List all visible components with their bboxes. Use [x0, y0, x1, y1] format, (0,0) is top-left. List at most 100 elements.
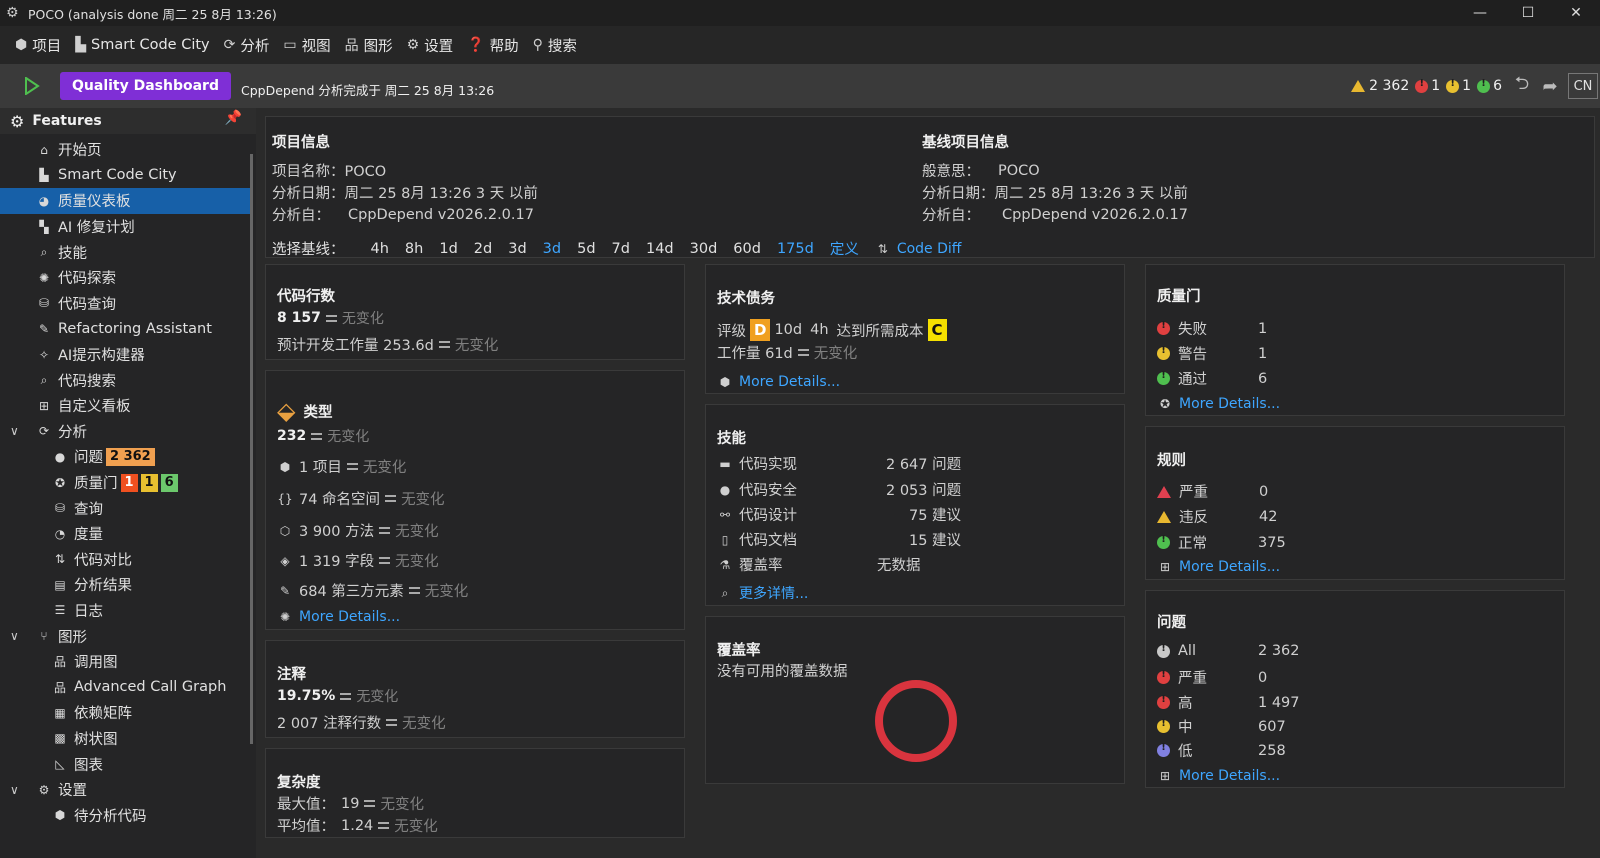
sidebar-item-issues[interactable]: ● 问题 2 362: [0, 444, 256, 470]
adv-callgraph-icon: 品: [53, 680, 66, 695]
forward-arrow-icon[interactable]: ➦: [1536, 76, 1564, 97]
project-info-title: 项目信息: [272, 135, 330, 151]
sidebar-item-code-query[interactable]: ⛁ 代码查询: [0, 291, 256, 317]
method-icon: ⬡: [279, 523, 291, 538]
types-more-link[interactable]: More Details...: [299, 609, 400, 625]
baseline-7d[interactable]: 7d: [612, 241, 630, 257]
sidebar-item-ai-plan[interactable]: ▚ AI 修复计划: [0, 214, 256, 240]
issue-row-high: 高1 497: [1157, 692, 1300, 713]
baseline-selector: 选择基线： 4h 8h 1d 2d 3d 3d 5d 7d 14d 30d 60…: [272, 238, 961, 259]
target-grade-badge: C: [927, 319, 947, 341]
skill-row-doc: ▯ 代码文档 15 建议: [717, 529, 961, 550]
sidebar-item-results[interactable]: ▤ 分析结果: [0, 572, 256, 598]
baseline-30d[interactable]: 30d: [690, 241, 718, 257]
sidebar-item-charts[interactable]: ◺ 图表: [0, 751, 256, 777]
baseline-60d[interactable]: 60d: [733, 241, 761, 257]
pin-icon[interactable]: 📌: [225, 110, 242, 126]
sidebar-group-graph[interactable]: ∨ ⑂ 图形: [0, 623, 256, 649]
debt-icon: ⬢: [719, 375, 731, 389]
refactor-icon: ✎: [38, 321, 50, 336]
baseline-3d-current[interactable]: 3d: [543, 241, 561, 257]
issues-status[interactable]: 2 362: [1351, 78, 1409, 94]
quality-dashboard-button[interactable]: Quality Dashboard: [60, 72, 231, 100]
coverage-panel: 覆盖率 没有可用的覆盖数据: [705, 616, 1125, 784]
sidebar-item-metrics[interactable]: ◔ 度量: [0, 521, 256, 547]
sidebar-item-code-to-analyze[interactable]: ⬢ 待分析代码: [0, 802, 256, 828]
medium-icon: [1157, 718, 1170, 733]
sidebar-item-ai-prompt[interactable]: ✧ AI提示构建器: [0, 342, 256, 368]
baseline-14d[interactable]: 14d: [646, 241, 674, 257]
sidebar-item-code-search[interactable]: ⌕ 代码搜索: [0, 367, 256, 393]
gate-pass-badge: 6: [160, 473, 178, 492]
tech-debt-title: 技术债务: [717, 291, 775, 307]
menu-smart-code-city[interactable]: ▙ Smart Code City: [68, 26, 216, 64]
baseline-2d[interactable]: 2d: [474, 241, 492, 257]
issue-row-critical: 严重0: [1157, 667, 1267, 688]
baseline-175d[interactable]: 175d: [777, 241, 814, 257]
sidebar-item-call-graph[interactable]: 品调用图: [0, 649, 256, 675]
language-button[interactable]: CN: [1568, 73, 1598, 99]
baseline-5d[interactable]: 5d: [577, 241, 595, 257]
sidebar-item-quality-gate[interactable]: ✪ 质量门 1 1 6: [0, 470, 256, 496]
equal-icon: [797, 349, 809, 356]
skills-more-link[interactable]: 更多详情...: [739, 583, 808, 603]
sidebar-item-code-explore[interactable]: ✺ 代码探索: [0, 265, 256, 291]
run-analysis-icon[interactable]: [24, 77, 40, 95]
gate-pass-status[interactable]: 6: [1477, 78, 1502, 94]
sidebar-item-code-diff[interactable]: ⇅ 代码对比: [0, 547, 256, 573]
maximize-button[interactable]: ☐: [1504, 0, 1552, 26]
tech-debt-rating-row: 评级 D 10d 4h 达到所需成本 C: [717, 319, 951, 341]
gate-fail-status[interactable]: 1: [1415, 78, 1440, 94]
field-icon: ◈: [280, 553, 290, 568]
rules-more-link[interactable]: More Details...: [1179, 559, 1280, 575]
menu-project[interactable]: ⬢ 项目: [8, 26, 68, 64]
sidebar-item-log[interactable]: ☰ 日志: [0, 598, 256, 624]
menu-help[interactable]: ❓ 帮助: [460, 26, 525, 64]
loc-effort-row: 预计开发工作量 253.6d 无变化: [277, 338, 499, 354]
menu-view[interactable]: ▭ 视图: [276, 26, 337, 64]
baseline-3d[interactable]: 3d: [508, 241, 526, 257]
sidebar-item-refactoring[interactable]: ✎ Refactoring Assistant: [0, 316, 256, 342]
sidebar-item-treemap[interactable]: ▩ 树状图: [0, 726, 256, 752]
sidebar-item-quality-dashboard[interactable]: ◕ 质量仪表板: [0, 188, 252, 214]
menu-settings[interactable]: ⚙ 设置: [400, 26, 461, 64]
gate-row-pass: 通过6: [1157, 368, 1267, 389]
tech-debt-more-link[interactable]: More Details...: [739, 374, 840, 390]
code-icon: ⬢: [54, 808, 66, 823]
minimize-button[interactable]: —: [1456, 0, 1504, 26]
chevron-down-icon: ∨: [10, 782, 19, 797]
skill-row-security: ● 代码安全 2 053 问题: [717, 479, 961, 500]
baseline-date: 分析日期：周二 25 8月 13:26 3 天 以前: [922, 186, 1188, 202]
equal-icon: [438, 341, 450, 348]
gate-warn-status[interactable]: 1: [1446, 78, 1471, 94]
sidebar-group-analysis[interactable]: ∨ ⟳ 分析: [0, 419, 256, 445]
baseline-1d[interactable]: 1d: [439, 241, 457, 257]
menu-search[interactable]: ⚲ 搜索: [526, 26, 584, 64]
analyze-icon: ⟳: [223, 37, 236, 53]
sidebar-item-dependency-matrix[interactable]: ▦ 依赖矩阵: [0, 700, 256, 726]
sidebar-group-settings[interactable]: ∨ ⚙ 设置: [0, 777, 256, 803]
dashboard-icon: ◕: [38, 193, 50, 208]
menu-graph[interactable]: 品图形: [338, 26, 400, 64]
code-diff-link[interactable]: Code Diff: [897, 241, 962, 257]
sidebar-item-start-page[interactable]: ⌂ 开始页: [0, 137, 256, 163]
menu-analyze[interactable]: ⟳ 分析: [217, 26, 277, 64]
back-arrow-icon[interactable]: ⮌: [1508, 71, 1536, 101]
sidebar-item-advanced-call-graph[interactable]: 品 Advanced Call Graph: [0, 674, 256, 700]
skill-row-impl: ▬ 代码实现 2 647 问题: [717, 453, 961, 474]
sidebar-scrollbar[interactable]: [250, 154, 253, 744]
analyze-icon: ⟳: [38, 424, 50, 439]
fail-icon: [1415, 78, 1429, 93]
baseline-define[interactable]: 定义: [830, 238, 859, 259]
skill-icon: ⌕: [40, 244, 48, 259]
close-button[interactable]: ✕: [1552, 0, 1600, 26]
sidebar-item-skills[interactable]: ⌕ 技能: [0, 239, 256, 265]
sidebar-item-query[interactable]: ⛁ 查询: [0, 495, 256, 521]
callgraph-icon: 品: [53, 655, 66, 670]
gate-more-link[interactable]: More Details...: [1179, 396, 1280, 412]
sidebar-item-smart-code-city[interactable]: ▙ Smart Code City: [0, 163, 256, 189]
issues-more-link[interactable]: More Details...: [1179, 768, 1280, 784]
baseline-8h[interactable]: 8h: [405, 241, 423, 257]
sidebar-item-custom-board[interactable]: ⊞ 自定义看板: [0, 393, 256, 419]
baseline-4h[interactable]: 4h: [371, 241, 389, 257]
